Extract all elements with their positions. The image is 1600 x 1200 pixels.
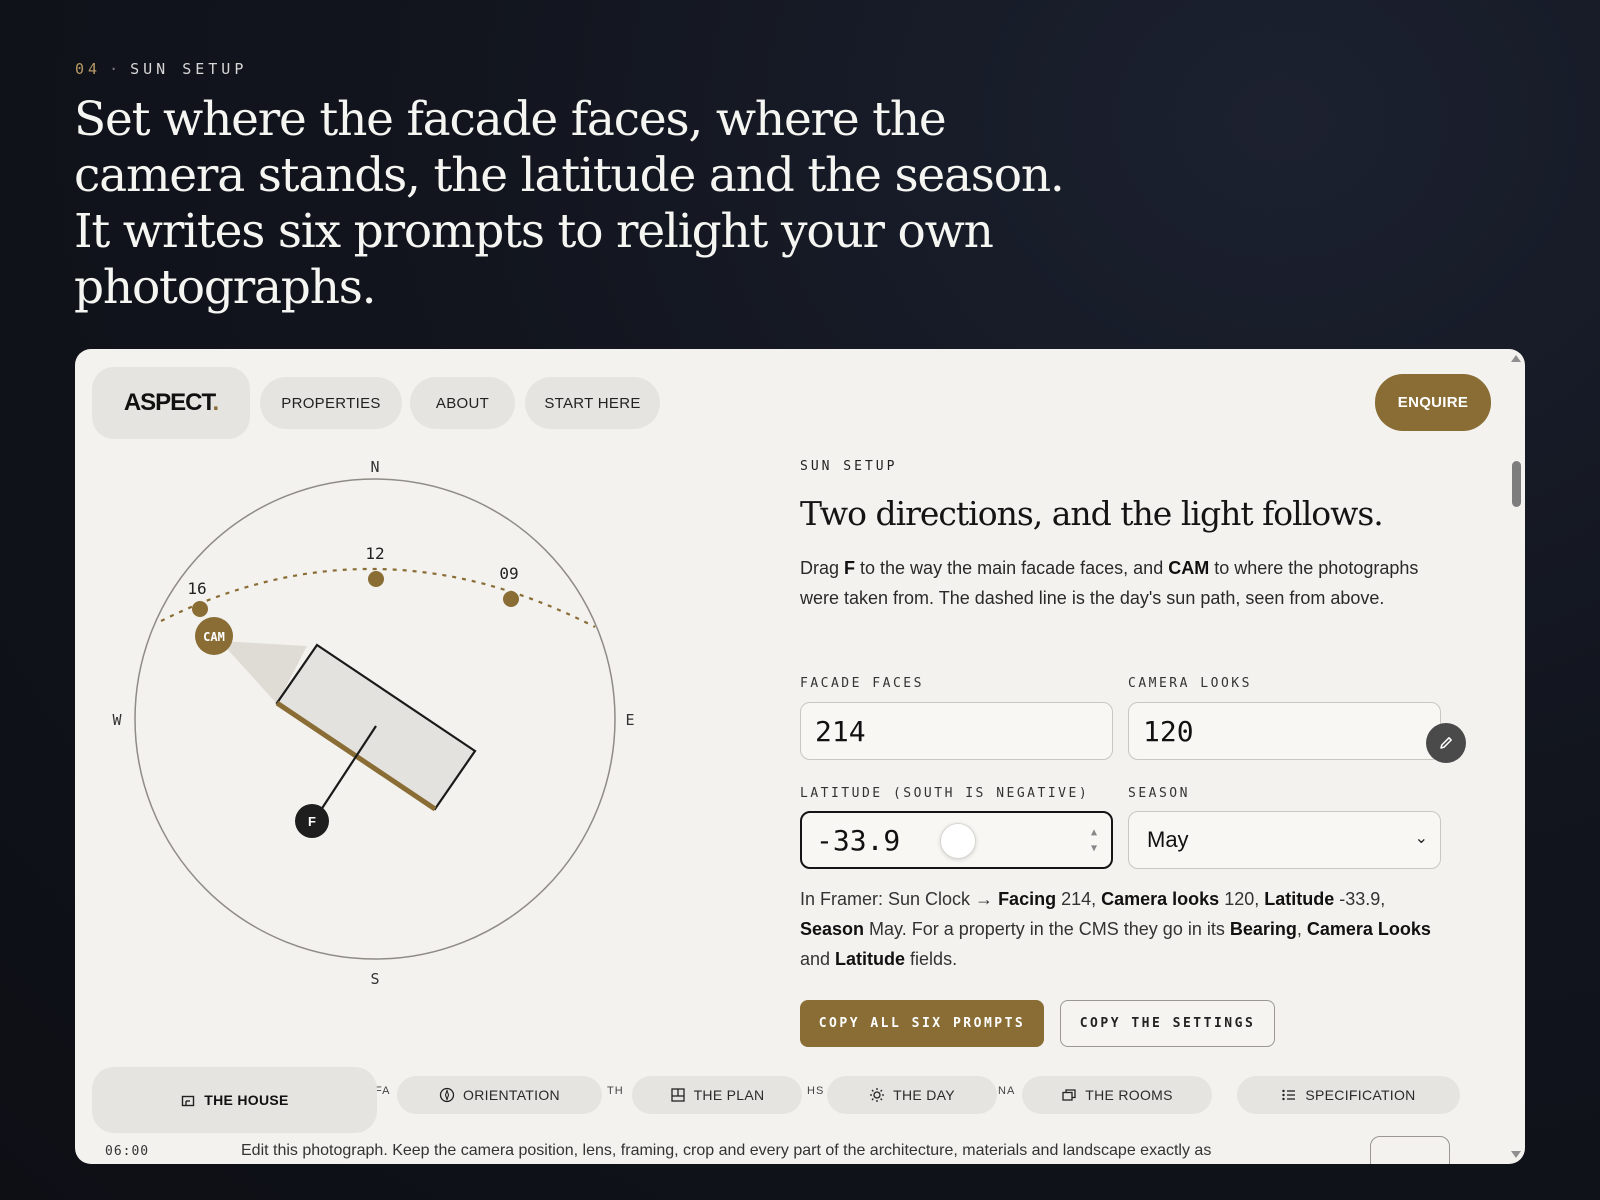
nav-start-here[interactable]: START HERE xyxy=(525,377,660,429)
compass-south: S xyxy=(370,970,379,988)
section-number: 04 xyxy=(75,60,102,78)
stepper-down-icon: ▼ xyxy=(1090,843,1097,854)
prompt-preview-text: Edit this photograph. Keep the camera po… xyxy=(241,1142,1212,1159)
section-label: SUN SETUP xyxy=(130,60,248,78)
camera-looks-label: CAMERA LOOKS xyxy=(1128,676,1252,691)
scroll-down-arrow-icon[interactable] xyxy=(1511,1151,1521,1158)
sun-compass[interactable]: N S E W 16 12 09 CAM F xyxy=(95,449,655,1009)
season-value: May xyxy=(1147,827,1189,852)
sun-marker-09 xyxy=(503,591,519,607)
ghost-text: FA xyxy=(375,1085,391,1097)
panel-title: Two directions, and the light follows. xyxy=(800,494,1384,533)
nav-about[interactable]: ABOUT xyxy=(410,377,515,429)
edit-pencil-button[interactable] xyxy=(1426,723,1466,763)
tab-the-day[interactable]: THE DAY xyxy=(827,1076,997,1114)
app-preview-frame: ASPECT. PROPERTIES ABOUT START HERE ENQU… xyxy=(75,349,1525,1164)
camera-handle-label: CAM xyxy=(203,630,225,644)
latitude-label: LATITUDE (SOUTH IS NEGATIVE) xyxy=(800,786,1090,801)
section-eyebrow: 04 · SUN SETUP xyxy=(75,60,247,78)
enquire-button[interactable]: ENQUIRE xyxy=(1375,374,1491,431)
compass-icon xyxy=(439,1087,455,1103)
hour-label-09: 09 xyxy=(499,564,518,583)
panel-description: Drag F to the way the main facade faces,… xyxy=(800,558,1419,608)
tab-the-house[interactable]: THE HOUSE xyxy=(92,1067,377,1133)
prompt-copy-button[interactable] xyxy=(1370,1136,1450,1164)
season-label: SEASON xyxy=(1128,786,1190,801)
ghost-text: NA xyxy=(998,1085,1016,1097)
rooms-icon xyxy=(1062,1089,1076,1101)
latitude-stepper[interactable]: ▲ ▼ xyxy=(1091,825,1097,857)
panel-eyebrow: SUN SETUP xyxy=(800,459,898,474)
compass-east: E xyxy=(625,711,634,729)
hour-label-12: 12 xyxy=(365,544,384,563)
copy-settings-button[interactable]: COPY THE SETTINGS xyxy=(1060,1000,1275,1047)
house-icon xyxy=(182,1095,195,1107)
sun-marker-16 xyxy=(192,601,208,617)
ghost-text: HS xyxy=(807,1085,825,1097)
facade-faces-label: FACADE FACES xyxy=(800,676,924,691)
latitude-input[interactable]: -33.9 ▲ ▼ xyxy=(800,811,1113,869)
logo-link[interactable]: ASPECT. xyxy=(92,367,250,439)
list-icon xyxy=(1282,1089,1296,1101)
facade-handle-label: F xyxy=(308,814,316,829)
tab-the-rooms[interactable]: THE ROOMS xyxy=(1022,1076,1212,1114)
camera-looks-input[interactable]: 120 xyxy=(1128,702,1441,760)
floorplan-icon xyxy=(670,1088,685,1102)
stepper-up-icon: ▲ xyxy=(1090,827,1097,838)
latitude-value: -33.9 xyxy=(816,823,901,857)
compass-north: N xyxy=(370,458,379,476)
scroll-up-arrow-icon[interactable] xyxy=(1511,355,1521,362)
time-label: 06:00 xyxy=(105,1144,150,1159)
sun-icon xyxy=(870,1088,885,1102)
ghost-text: TH xyxy=(607,1085,624,1097)
latitude-slider-knob[interactable] xyxy=(940,823,976,859)
sun-setup-panel: SUN SETUP Two directions, and the light … xyxy=(800,459,1460,613)
chevron-down-icon: ⌄ xyxy=(1414,830,1428,847)
framer-note: In Framer: Sun Clock → Facing 214, Camer… xyxy=(800,889,1431,969)
tab-the-plan[interactable]: THE PLAN xyxy=(632,1076,802,1114)
tab-specification[interactable]: SPECIFICATION xyxy=(1237,1076,1460,1114)
facade-faces-input[interactable]: 214 xyxy=(800,702,1113,760)
pencil-icon xyxy=(1440,737,1452,749)
compass-west: W xyxy=(112,711,122,729)
scrollbar-thumb[interactable] xyxy=(1512,461,1521,507)
sun-marker-12 xyxy=(368,571,384,587)
page-headline: Set where the facade faces, where the ca… xyxy=(74,92,1065,315)
section-separator: · xyxy=(109,60,123,78)
tab-orientation[interactable]: ORIENTATION xyxy=(397,1076,602,1114)
hour-label-16: 16 xyxy=(187,579,206,598)
logo: ASPECT. xyxy=(123,389,219,416)
season-select[interactable]: May ⌄ xyxy=(1128,811,1441,869)
nav-properties[interactable]: PROPERTIES xyxy=(260,377,402,429)
scrollbar[interactable] xyxy=(1507,349,1525,1164)
copy-all-prompts-button[interactable]: COPY ALL SIX PROMPTS xyxy=(800,1000,1044,1047)
